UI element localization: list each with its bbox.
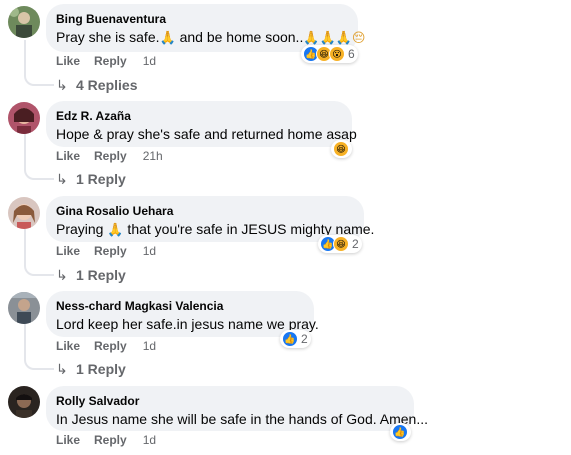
- comment-actions: Like Reply 21h: [56, 148, 177, 164]
- like-button[interactable]: Like: [56, 54, 80, 68]
- timestamp[interactable]: 1d: [143, 54, 156, 68]
- view-replies-button[interactable]: ↳ 4 Replies: [56, 76, 137, 94]
- reply-arrow-icon: ↳: [56, 171, 68, 187]
- comment-actions: Like Reply 1d: [56, 432, 170, 448]
- reaction-count: 2: [352, 237, 359, 251]
- comment-bubble: Ness-chard Magkasi Valencia Lord keep he…: [46, 291, 319, 337]
- avatar[interactable]: [8, 6, 40, 38]
- avatar[interactable]: [8, 386, 40, 418]
- reaction-count: 6: [348, 47, 355, 61]
- view-replies-button[interactable]: ↳ 1 Reply: [56, 170, 126, 188]
- reply-arrow-icon: ↳: [56, 77, 68, 93]
- like-reaction-icon: 👍: [282, 331, 298, 347]
- reaction-count: 2: [301, 332, 308, 346]
- like-button[interactable]: Like: [56, 433, 80, 447]
- reply-arrow-icon: ↳: [56, 267, 68, 283]
- thread-line: [24, 40, 26, 72]
- like-reaction-icon: 👍: [392, 424, 408, 440]
- reply-button[interactable]: Reply: [94, 54, 127, 68]
- praying-hands-emoji: 🙏: [107, 222, 124, 237]
- like-button[interactable]: Like: [56, 244, 80, 258]
- comment-author[interactable]: Bing Buenaventura: [56, 11, 346, 27]
- haha-reaction-icon: 😆: [333, 141, 349, 157]
- avatar[interactable]: [8, 292, 40, 324]
- comment-text: Hope & pray she's safe and returned home…: [56, 126, 357, 142]
- thread-elbow: [24, 72, 54, 86]
- comment-author[interactable]: Ness-chard Magkasi Valencia: [56, 298, 302, 314]
- reaction-summary[interactable]: 👍 😆 2: [318, 235, 362, 253]
- comment-author[interactable]: Edz R. Azaña: [56, 108, 340, 124]
- reaction-summary[interactable]: 👍 😆 😮 6: [301, 45, 358, 63]
- timestamp[interactable]: 1d: [143, 244, 156, 258]
- like-button[interactable]: Like: [56, 149, 80, 163]
- comment-author[interactable]: Gina Rosalio Uehara: [56, 203, 352, 219]
- view-replies-button[interactable]: ↳ 1 Reply: [56, 266, 126, 284]
- timestamp[interactable]: 21h: [143, 149, 163, 163]
- sad-face-emoji: 😔: [351, 30, 366, 45]
- reply-arrow-icon: ↳: [56, 361, 68, 377]
- thread-elbow: [24, 356, 54, 370]
- comment-actions: Like Reply 1d: [56, 53, 170, 69]
- thread-elbow: [24, 262, 54, 276]
- comment-text: Lord keep her safe.in jesus name we pray…: [56, 316, 319, 332]
- avatar[interactable]: [8, 102, 40, 134]
- thread-line: [24, 228, 26, 262]
- comment-text: Praying 🙏 that you're safe in JESUS migh…: [56, 221, 375, 237]
- comment-bubble: Gina Rosalio Uehara Praying 🙏 that you'r…: [46, 196, 375, 242]
- comment-actions: Like Reply 1d: [56, 338, 170, 354]
- timestamp[interactable]: 1d: [143, 339, 156, 353]
- comment-author[interactable]: Rolly Salvador: [56, 393, 402, 409]
- timestamp[interactable]: 1d: [143, 433, 156, 447]
- wow-reaction-icon: 😮: [329, 46, 345, 62]
- comment-bubble: Edz R. Azaña Hope & pray she's safe and …: [46, 101, 357, 147]
- reaction-summary[interactable]: 😆: [331, 140, 352, 158]
- avatar[interactable]: [8, 197, 40, 229]
- reply-button[interactable]: Reply: [94, 149, 127, 163]
- thread-elbow: [24, 166, 54, 180]
- haha-reaction-icon: 😆: [333, 236, 349, 252]
- thread-line: [24, 322, 26, 356]
- praying-hands-emoji: 🙏: [159, 30, 176, 45]
- reply-button[interactable]: Reply: [94, 244, 127, 258]
- reply-button[interactable]: Reply: [94, 433, 127, 447]
- view-replies-button[interactable]: ↳ 1 Reply: [56, 360, 126, 378]
- reply-button[interactable]: Reply: [94, 339, 127, 353]
- like-button[interactable]: Like: [56, 339, 80, 353]
- comment-actions: Like Reply 1d: [56, 243, 170, 259]
- comment-text: Pray she is safe.🙏 and be home soon..🙏🙏🙏…: [56, 29, 366, 45]
- reaction-summary[interactable]: 👍 2: [280, 330, 311, 348]
- comment-bubble: Rolly Salvador In Jesus name she will be…: [46, 386, 428, 431]
- thread-line: [24, 132, 26, 166]
- reaction-summary[interactable]: 👍: [390, 423, 411, 441]
- comment-text: In Jesus name she will be safe in the ha…: [56, 411, 428, 427]
